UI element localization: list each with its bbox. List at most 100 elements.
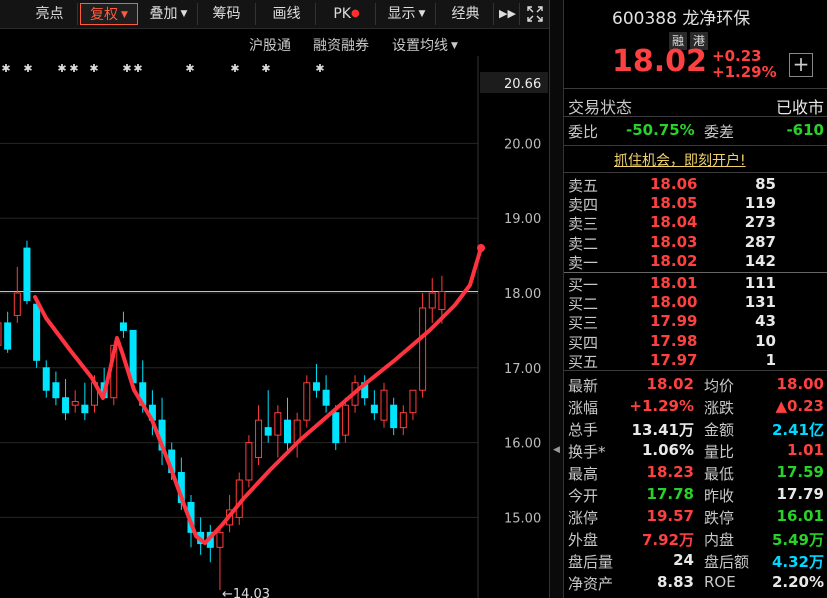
stat-value: 24 [673,551,694,569]
bid-level-volume: 111 [744,274,776,292]
toolbar-overlay-button[interactable]: 叠加 ▼ [140,3,198,25]
candle-body[interactable] [409,389,417,414]
toolbar-display-button[interactable]: 显示 ▼ [378,3,436,25]
panel-splitter[interactable]: ◀ [549,0,564,598]
event-marker-icon[interactable]: ✱ [230,62,239,75]
stat-value: 17.78 [646,485,694,503]
toolbar-highlights-button[interactable]: 亮点 [22,3,78,25]
toolbar-label: 筹码 [212,6,241,22]
candle-body[interactable] [419,307,427,391]
open-account-link[interactable]: 抓住机会，即刻开户! [614,150,746,170]
stock-header: 600388 龙净环保 [612,4,750,29]
bid-level-price[interactable]: 17.99 [650,312,697,330]
ask-level-label: 卖四 [568,196,599,215]
double-chevron-right-icon[interactable]: ▶▶ [496,3,520,25]
plus-box-icon[interactable]: + [789,53,813,77]
candle-body[interactable] [438,291,446,310]
candle-body[interactable] [264,427,272,436]
candle-body[interactable] [81,404,89,414]
low-price-marker: ←14.03 [222,587,270,598]
ask-level-label: 卖一 [568,253,599,272]
event-marker-icon[interactable]: ✱ [57,62,66,75]
toolbar-classic-button[interactable]: 经典 [438,3,494,25]
event-marker-icon[interactable]: ✱ [23,62,32,75]
bid-level-price[interactable]: 17.98 [650,332,697,350]
candle-body[interactable] [33,303,41,361]
candle-body[interactable] [399,412,407,429]
candle-body[interactable] [119,322,127,331]
toolbar-label: 显示 [387,6,416,22]
candle-body[interactable] [312,382,320,391]
candle-body[interactable] [245,442,253,481]
bid-level-label: 买三 [568,314,599,333]
price-axis-label: 16.00 [504,437,541,452]
toolbar-label: PK [333,6,351,22]
stat-value: 19.57 [646,507,694,525]
event-marker-icon[interactable]: ✱ [133,62,142,75]
event-marker-icon[interactable]: ✱ [185,62,194,75]
candle-body[interactable] [71,400,79,406]
event-marker-icon[interactable]: ✱ [315,62,324,75]
candle-body[interactable] [52,382,60,399]
ask-level-price[interactable]: 18.02 [650,252,697,270]
kline-chart[interactable]: 20.0019.0018.0017.0016.0015.0020.66✱ ✱ ✱ ✱ ✱… [0,0,549,598]
wei-diff-label: 委差 [704,123,735,141]
ask-level-price[interactable]: 18.03 [650,233,697,251]
event-marker-icon[interactable]: ✱ [69,62,78,75]
candle-body[interactable] [341,404,349,436]
toolbar-chips-button[interactable]: 筹码 [198,3,256,25]
event-marker-icon[interactable]: ✱ [261,62,270,75]
caret-down-icon: ▼ [451,41,458,51]
bid-level-price[interactable]: 18.00 [650,293,697,311]
stat-label: 今开 [568,487,599,505]
toolbar-adjust-button[interactable]: 复权 ▼ [80,3,138,25]
candle-body[interactable] [370,404,378,414]
price-axis-label: 18.00 [504,287,541,302]
stat-value: 17.79 [776,485,824,503]
event-marker-icon[interactable]: ✱ [89,62,98,75]
stat-value: 1.01 [786,441,824,459]
event-marker-icon[interactable]: ✱ [122,62,131,75]
ask-level-price[interactable]: 18.04 [650,213,697,231]
bid-level-price[interactable]: 17.97 [650,351,697,369]
stat-label: 最高 [568,465,599,483]
candle-body[interactable] [42,367,50,391]
candle-body[interactable] [274,412,282,436]
bid-level-volume: 131 [744,293,776,312]
event-marker-icon[interactable]: ✱ [1,62,10,75]
stat-label: 昨收 [704,487,735,505]
ma-settings-link[interactable]: 设置均线 ▼ [392,35,458,55]
candle-body[interactable] [284,419,291,444]
candle-body[interactable] [390,404,398,429]
candle-body[interactable] [255,419,263,459]
candle-body[interactable] [4,322,12,350]
candle-body[interactable] [303,382,311,421]
stat-value: +1.29% [629,397,694,415]
candle-body[interactable] [62,397,70,414]
candle-body[interactable] [428,292,436,309]
bid-level-price[interactable]: 18.01 [650,274,697,292]
candle-body[interactable] [380,389,388,421]
stat-label: 最新 [568,377,599,395]
ask-level-label: 卖三 [568,215,599,234]
candle-body[interactable] [216,531,224,548]
candle-body[interactable] [322,389,330,406]
candle-body[interactable] [23,247,31,301]
bid-level-label: 买四 [568,333,599,352]
stat-value: 13.41万 [631,421,694,439]
candle-body[interactable] [0,322,2,346]
ask-level-price[interactable]: 18.05 [650,194,697,212]
margin-trading-link[interactable]: 融资融券 [313,35,369,55]
toolbar-draw-button[interactable]: 画线 [258,3,316,25]
toolbar-pk-button[interactable]: PK● [318,3,376,25]
candle-body[interactable] [332,412,340,444]
stat-label: 最低 [704,465,735,483]
hk-connect-link[interactable]: 沪股通 [249,35,291,55]
collapse-arrow-icon[interactable]: ◀ [553,445,560,455]
candle-body[interactable] [13,292,21,316]
bid-level-volume: 1 [765,350,776,369]
stat-label: 净资产 [568,575,614,593]
stat-label: 外盘 [568,531,599,549]
ask-level-price[interactable]: 18.06 [650,175,697,193]
fullscreen-icon[interactable] [522,3,548,25]
